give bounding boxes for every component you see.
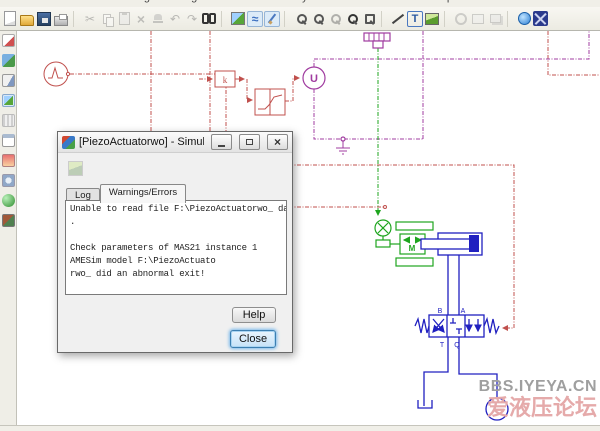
- gain-block[interactable]: k: [215, 71, 235, 87]
- side-tool-5-icon[interactable]: [2, 114, 15, 127]
- find-icon[interactable]: [201, 11, 217, 27]
- minimize-icon[interactable]: [211, 134, 232, 150]
- menu-modeling[interactable]: Modeling: [105, 0, 150, 3]
- menu-tools[interactable]: Tools: [334, 0, 360, 3]
- log-line: Check parameters of MAS21 instance 1: [70, 242, 282, 255]
- menu-windows[interactable]: Windows: [373, 0, 418, 3]
- zoom-window-icon[interactable]: [361, 11, 377, 27]
- toolbar-separator: [507, 11, 512, 27]
- mode-sketch-icon[interactable]: [264, 11, 280, 27]
- pump[interactable]: [486, 398, 508, 420]
- toolbar-separator: [221, 11, 226, 27]
- zoom-out-icon[interactable]: [310, 11, 326, 27]
- frame-icon[interactable]: [470, 11, 486, 27]
- menu-file[interactable]: File: [6, 0, 24, 3]
- maximize-icon[interactable]: [239, 134, 260, 150]
- menu-simulation[interactable]: Simulation: [216, 0, 267, 3]
- dialog-title: [PiezoActuatorwo] - Simulation...: [79, 136, 204, 148]
- svg-text:T: T: [440, 342, 445, 349]
- log-line: rwo_ did an abnormal exit!: [70, 268, 282, 281]
- signal-source[interactable]: [44, 62, 70, 86]
- piezo-actuator[interactable]: [364, 33, 390, 48]
- new-document-icon[interactable]: [2, 11, 18, 27]
- side-tool-8-icon[interactable]: [2, 174, 15, 187]
- open-file-icon[interactable]: [19, 11, 35, 27]
- side-tool-9-icon[interactable]: [2, 194, 15, 207]
- saturation-block[interactable]: [255, 89, 285, 115]
- svg-text:U: U: [310, 73, 318, 85]
- side-tool-4-icon[interactable]: [2, 94, 15, 107]
- menu-bar: File Edit View Modeling Settings Simulation An…: [0, 0, 600, 7]
- mode-wave-icon[interactable]: [247, 11, 263, 27]
- side-tool-1-icon[interactable]: [2, 34, 15, 47]
- amesim-window: File Edit View Modeling Settings Simulation An…: [0, 0, 600, 431]
- menu-analysis[interactable]: Analysis: [280, 0, 321, 3]
- menu-help[interactable]: Help: [430, 0, 453, 3]
- image-tool-icon[interactable]: [424, 11, 440, 27]
- app-icon: [62, 136, 75, 149]
- report-icon[interactable]: [533, 11, 548, 26]
- close-icon[interactable]: [267, 134, 288, 150]
- tank[interactable]: [418, 400, 432, 408]
- side-tool-3-icon[interactable]: [2, 74, 15, 87]
- hydraulic-cylinder[interactable]: [421, 233, 482, 315]
- line-tool-icon[interactable]: [390, 11, 406, 27]
- frame-copy-icon[interactable]: [487, 11, 503, 27]
- paste-icon[interactable]: [116, 11, 132, 27]
- voltage-source[interactable]: U: [303, 67, 325, 89]
- log-text[interactable]: Unable to read file F:\PiezoActuatorwo_ …: [65, 200, 287, 295]
- highlight-icon[interactable]: [453, 11, 469, 27]
- close-button[interactable]: Close: [230, 330, 276, 348]
- svg-text:A: A: [461, 308, 466, 315]
- cut-icon[interactable]: [82, 11, 98, 27]
- help-button[interactable]: Help: [232, 307, 276, 323]
- zoom-in-icon[interactable]: [293, 11, 309, 27]
- log-line: Unable to read file F:\PiezoActuatorwo_ …: [70, 203, 282, 216]
- dialog-title-bar[interactable]: [PiezoActuatorwo] - Simulation...: [58, 132, 292, 153]
- toolbar-separator: [73, 11, 78, 27]
- main-toolbar: [0, 7, 600, 31]
- side-tool-6-icon[interactable]: [2, 134, 15, 147]
- side-tool-10-icon[interactable]: [2, 214, 15, 227]
- simulation-dialog: [PiezoActuatorwo] - Simulation... Log Wa…: [57, 131, 293, 353]
- side-tool-2-icon[interactable]: [2, 54, 15, 67]
- log-line: AMESim model F:\PiezoActuato: [70, 255, 282, 268]
- svg-text:B: B: [438, 308, 443, 315]
- toolbar-separator: [381, 11, 386, 27]
- log-line: .: [70, 216, 282, 229]
- zoom-full-icon[interactable]: [344, 11, 360, 27]
- print-icon[interactable]: [53, 11, 69, 27]
- menu-settings[interactable]: Settings: [163, 0, 203, 3]
- redo-icon[interactable]: [184, 11, 200, 27]
- side-tool-7-icon[interactable]: [2, 154, 15, 167]
- directional-valve[interactable]: B A T Q: [415, 308, 499, 349]
- delete-icon[interactable]: [133, 11, 149, 27]
- copy-icon[interactable]: [99, 11, 115, 27]
- undo-icon[interactable]: [167, 11, 183, 27]
- menu-edit[interactable]: Edit: [37, 0, 56, 3]
- text-tool-icon[interactable]: [407, 11, 423, 27]
- web-icon[interactable]: [516, 11, 532, 27]
- side-toolbar: [0, 31, 17, 425]
- position-sensor[interactable]: [375, 220, 391, 247]
- dialog-image-icon: [68, 161, 83, 176]
- menu-view[interactable]: View: [69, 0, 93, 3]
- toolbar-separator: [444, 11, 449, 27]
- svg-text:M: M: [409, 244, 416, 253]
- menu-bar-items: File Edit View Modeling Settings Simulation An…: [6, 0, 453, 3]
- save-file-icon[interactable]: [36, 11, 52, 27]
- status-bar: [0, 425, 600, 431]
- stamp-icon[interactable]: [150, 11, 166, 27]
- svg-text:k: k: [223, 75, 228, 85]
- electrical-ground[interactable]: [336, 137, 350, 154]
- tab-warnings-errors[interactable]: Warnings/Errors: [100, 184, 186, 203]
- hydraulic-lines: [424, 337, 497, 406]
- zoom-previous-icon[interactable]: [327, 11, 343, 27]
- toolbar-separator: [284, 11, 289, 27]
- preview-icon[interactable]: [230, 11, 246, 27]
- log-line: [70, 229, 282, 242]
